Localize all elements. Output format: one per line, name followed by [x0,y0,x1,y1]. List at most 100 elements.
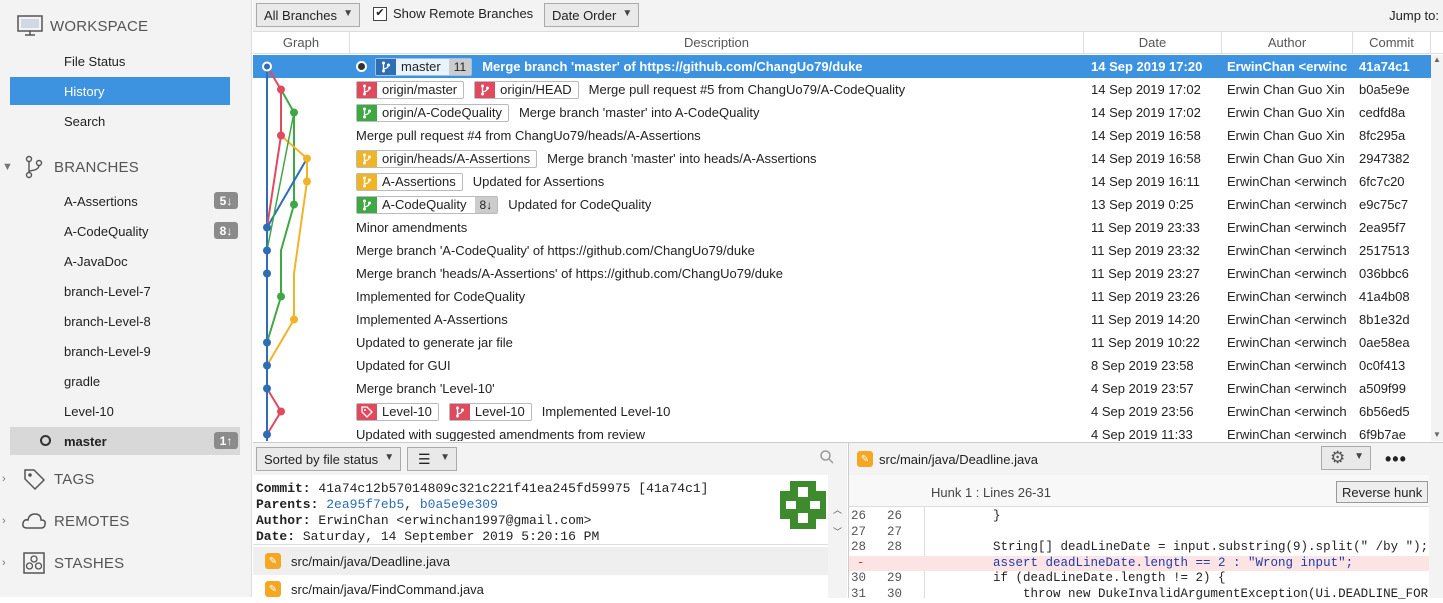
nav-file-status[interactable]: File Status [10,47,230,75]
commit-row[interactable]: Merge pull request #4 from ChangUo79/hea… [253,124,1443,147]
col-date[interactable]: Date [1084,32,1222,54]
branch-item[interactable]: branch-Level-9 [10,337,240,365]
reverse-hunk-button[interactable]: Reverse hunk [1336,481,1429,503]
diff-line[interactable]: 27 27 [849,525,1429,540]
commit-node[interactable] [263,384,271,393]
ref-label[interactable]: Level-10 [356,402,439,421]
ref-label[interactable]: origin/heads/A-Assertions [356,149,538,168]
commit-row[interactable]: Updated with suggested amendments from r… [253,423,1443,441]
branch-item[interactable]: A-JavaDoc [10,247,240,275]
ref-label[interactable]: origin/HEAD [474,80,579,99]
file-item[interactable]: ✎ src/main/java/Deadline.java [253,547,828,575]
commit-row[interactable]: Minor amendments 11 Sep 2019 23:33 ErwinCh… [253,216,1443,239]
show-remote-checkbox[interactable]: ✔ Show Remote Branches [373,6,533,21]
commit-node[interactable] [277,131,285,140]
commit-node[interactable] [263,246,271,255]
commit-row[interactable]: Implemented for CodeQuality 11 Sep 2019 2… [253,285,1443,308]
commit-node[interactable] [263,269,271,278]
nav-history[interactable]: History [10,77,230,105]
ref-label[interactable]: origin/master [356,80,465,99]
commit-row[interactable]: Updated to generate jar file 11 Sep 2019 … [253,331,1443,354]
commit-node[interactable] [263,223,271,232]
commit-row[interactable]: origin/heads/A-Assertions Merge branch 'm… [253,147,1443,170]
diff-line[interactable]: 28 28 String[] deadLineDate = input.subst… [849,540,1429,555]
diff-settings-dropdown[interactable]: ⚙ ▼ [1321,446,1371,470]
commit-date: 14 Sep 2019 16:58 [1091,151,1201,166]
diff-line[interactable]: 26 26 } [849,509,1429,524]
commit-message: Implemented A-Assertions [356,312,508,327]
branch-icon [20,153,48,181]
commit-node[interactable] [290,108,298,117]
diff-scrollbar[interactable] [1429,475,1443,598]
ref-label[interactable]: A-Assertions [356,172,463,191]
view-mode-dropdown[interactable]: ☰ ▼ [407,447,457,471]
scroll-up-icon[interactable]: ︿ [833,503,842,516]
commit-row[interactable]: origin/A-CodeQuality Merge branch 'master… [253,101,1443,124]
ref-label[interactable]: origin/A-CodeQuality [356,103,509,122]
details-scrollbar[interactable]: ︿ ﹀ [828,475,847,598]
commit-row[interactable]: Updated for GUI 8 Sep 2019 23:58 ErwinChan… [253,354,1443,377]
ref-label[interactable]: Level-10 [448,402,532,421]
branches-dropdown[interactable]: All Branches ▼ [256,3,360,27]
remotes-header[interactable]: › REMOTES [2,507,130,535]
commit-row[interactable]: master 11 Merge branch 'master' of https:/… [253,55,1443,78]
more-options-icon[interactable]: ••• [1385,449,1407,470]
commit-node[interactable] [303,154,311,163]
commit-node[interactable] [277,407,285,416]
ref-name: Level-10 [474,404,525,419]
branch-item[interactable]: gradle [10,367,240,395]
list-icon: ☰ [418,450,431,467]
commit-row[interactable]: Implemented A-Assertions 11 Sep 2019 14:2… [253,308,1443,331]
diff-pane: ✎ src/main/java/Deadline.java ⚙ ▼ ••• Hun… [848,443,1443,601]
stashes-header[interactable]: › STASHES [2,549,124,577]
branch-item[interactable]: A-CodeQuality 8↓ [10,217,240,245]
commit-row[interactable]: Level-10 Level-10 Implemented Level-10 4 Se… [253,400,1443,423]
search-icon[interactable] [819,449,835,468]
nav-search[interactable]: Search [10,107,230,135]
branch-item-current[interactable]: master 1↑ [10,427,240,455]
branch-icon [357,196,377,213]
commit-row[interactable]: Merge branch 'Level-10' 4 Sep 2019 23:57 E… [253,377,1443,400]
col-commit[interactable]: Commit [1353,32,1431,54]
commit-node[interactable] [290,200,298,209]
old-line-number: 30 [851,571,867,585]
commit-row[interactable]: A-CodeQuality 8↓ Updated for CodeQuality 13… [253,193,1443,216]
commit-node[interactable] [263,338,271,347]
diff-line[interactable]: 30 29 if (deadLineDate.length != 2) { [849,571,1429,586]
parent-link[interactable]: 2ea95f7eb5 [326,497,404,512]
branch-item[interactable]: branch-Level-7 [10,277,240,305]
diff-line[interactable]: 31 30 throw new DukeInvalidArgumentExcept… [849,587,1429,602]
branch-item[interactable]: A-Assertions 5↓ [10,187,240,215]
commit-date: 14 Sep 2019 16:58 [1091,128,1201,143]
commit-row[interactable]: Merge branch 'heads/A-Assertions' of htt… [253,262,1443,285]
diff-line-removed[interactable]: 29- assert deadLineDate.length == 2 : "W… [849,555,1429,571]
commit-row[interactable]: A-Assertions Updated for Assertions 14 Sep… [253,170,1443,193]
scroll-up-icon[interactable]: ▲ [1433,55,1441,64]
scroll-down-icon[interactable]: ▼ [1433,430,1441,439]
commit-row[interactable]: Merge branch 'A-CodeQuality' of https://… [253,239,1443,262]
branch-item[interactable]: branch-Level-8 [10,307,240,335]
sort-dropdown[interactable]: Sorted by file status ▼ [256,447,402,471]
commit-row[interactable]: origin/master origin/HEAD Merge pull reque… [253,78,1443,101]
order-dropdown[interactable]: Date Order ▼ [544,3,640,27]
commit-node[interactable] [263,430,271,439]
commit-list-scrollbar[interactable]: ▲ ▼ [1431,55,1443,441]
col-description[interactable]: Description [350,32,1084,54]
col-author[interactable]: Author [1222,32,1353,54]
branches-header[interactable]: ▼ BRANCHES [2,153,139,181]
scroll-down-icon[interactable]: ﹀ [833,525,842,538]
ref-label[interactable]: A-CodeQuality 8↓ [356,195,499,214]
parent-link[interactable]: b0a5e9e309 [420,497,498,512]
commit-node[interactable] [277,85,285,94]
commit-node[interactable] [263,361,271,370]
ref-name: origin/HEAD [500,82,572,97]
commit-node[interactable] [277,292,285,301]
branch-item[interactable]: Level-10 [10,397,240,425]
ahead-badge: 1↑ [214,432,238,449]
col-graph[interactable]: Graph [253,32,350,54]
commit-node[interactable] [303,177,311,186]
file-item[interactable]: ✎ src/main/java/FindCommand.java [253,575,828,603]
tags-header[interactable]: › TAGS [2,465,95,493]
commit-node[interactable] [290,315,298,324]
ref-label[interactable]: master 11 [375,57,473,76]
